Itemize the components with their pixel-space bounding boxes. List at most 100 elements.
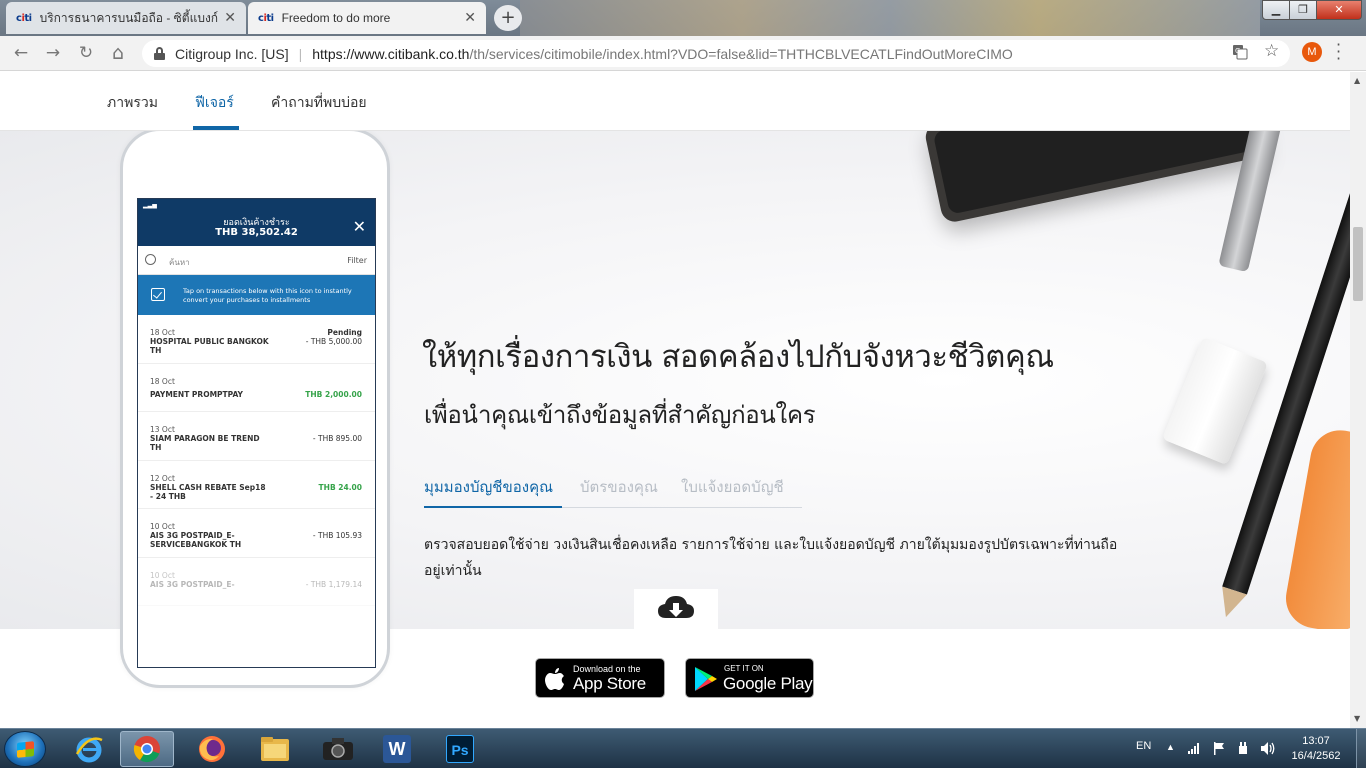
txn-date: 13 Oct <box>150 425 175 434</box>
word-taskbar-button[interactable]: W <box>370 731 424 767</box>
outstanding-balance-amount: THB 38,502.42 <box>215 227 298 238</box>
txn-date: 10 Oct <box>150 522 175 531</box>
back-icon[interactable]: ← <box>10 43 32 65</box>
browser-menu-icon[interactable]: · · · <box>1336 37 1341 67</box>
google-play-big-text: Google Play <box>723 674 813 693</box>
feature-tab-your-cards[interactable]: บัตรของคุณ <box>580 475 658 499</box>
hero-section: ▂▃▅ ยอดเงินค้างชำระ THB 38,502.42 ✕ ค้นห… <box>0 72 1350 688</box>
phone-screen: ▂▃▅ ยอดเงินค้างชำระ THB 38,502.42 ✕ ค้นห… <box>137 198 376 668</box>
feature-tab-divider <box>562 507 802 508</box>
browser-tab-strip: citi บริการธนาคารบนมือถือ - ซิตี้แบงก์ ป… <box>0 0 1366 36</box>
explorer-taskbar-button[interactable] <box>248 731 302 767</box>
transaction-row: 13 Oct SIAM PARAGON BE TREND TH - THB 89… <box>138 412 375 461</box>
citi-favicon-icon: citi <box>258 12 274 24</box>
clock-time: 13:07 <box>1302 735 1330 747</box>
forward-icon[interactable]: → <box>42 43 64 65</box>
google-play-badge[interactable]: GET IT ON Google Play <box>685 658 814 698</box>
txn-name: AIS 3G POSTPAID_E- <box>150 579 235 589</box>
clock-date: 16/4/2562 <box>1291 750 1341 762</box>
txn-name: SHELL CASH REBATE Sep18 - 24 THB <box>150 482 266 501</box>
lock-icon[interactable] <box>154 47 165 60</box>
maximize-window-button[interactable]: ❐ <box>1289 0 1317 20</box>
chrome-icon <box>133 736 160 763</box>
photoshop-icon: Ps <box>446 735 474 763</box>
subnav-faq[interactable]: คำถามที่พบบ่อย <box>271 92 367 114</box>
close-icon: ✕ <box>352 217 366 236</box>
home-icon[interactable]: ⌂ <box>107 43 129 65</box>
scrollbar-thumb[interactable] <box>1353 227 1363 301</box>
bookmark-star-icon[interactable]: ☆ <box>1264 41 1279 61</box>
translate-icon[interactable]: G <box>1232 44 1248 60</box>
address-bar[interactable]: Citigroup Inc. [US] | https://www.citiba… <box>142 40 1290 67</box>
installment-info-text: Tap on transactions below with this icon… <box>183 287 352 304</box>
minimize-window-button[interactable]: ▁ <box>1262 0 1290 20</box>
svg-text:G: G <box>1235 47 1240 55</box>
feature-tab-statements[interactable]: ใบแจ้งยอดบัญชี <box>681 475 784 499</box>
profile-avatar[interactable]: M <box>1302 42 1322 62</box>
app-store-big-text: App Store <box>573 674 646 693</box>
download-toggle[interactable] <box>634 589 718 629</box>
installment-info-banner: Tap on transactions below with this icon… <box>138 275 375 315</box>
browser-toolbar: ← → ↻ ⌂ Citigroup Inc. [US] | https://ww… <box>0 36 1366 71</box>
photoshop-taskbar-button[interactable]: Ps <box>433 731 487 767</box>
language-indicator[interactable]: EN <box>1136 740 1151 752</box>
txn-date: 18 Oct <box>150 376 175 386</box>
reload-icon[interactable]: ↻ <box>75 43 97 65</box>
network-signal-icon[interactable] <box>1187 741 1201 755</box>
action-center-flag-icon[interactable] <box>1212 741 1226 756</box>
desktop-wallpaper-strip <box>520 0 1260 36</box>
highlighter-decor <box>1281 425 1350 637</box>
phone-mockup: ▂▃▅ ยอดเงินค้างชำระ THB 38,502.42 ✕ ค้นห… <box>120 128 390 688</box>
app-store-badge[interactable]: Download on the App Store <box>535 658 665 698</box>
page-viewport: ภาพรวม ฟีเจอร์ คำถามที่พบบ่อย ▂▃▅ ยอดเงิ… <box>0 72 1350 728</box>
google-play-small-text: GET IT ON <box>724 664 764 673</box>
txn-name: SIAM PARAGON BE TREND TH <box>150 434 260 452</box>
txn-date: 18 Oct <box>150 328 175 337</box>
omnibox-separator: | <box>298 45 303 62</box>
close-tab-icon[interactable]: ✕ <box>224 10 236 26</box>
hero-subheadline: เพื่อนำคุณเข้าถึงข้อมูลที่สำคัญก่อนใคร <box>424 401 816 429</box>
url-path: /th/services/citimobile/index.html?VDO=f… <box>469 45 1013 62</box>
signal-icon: ▂▃▅ <box>143 202 157 209</box>
close-tab-icon[interactable]: ✕ <box>464 10 476 26</box>
volume-icon[interactable] <box>1260 741 1276 756</box>
txn-amount: THB 2,000.00 <box>305 389 362 399</box>
camera-icon <box>323 738 353 760</box>
scroll-down-icon[interactable]: ▼ <box>1354 714 1360 723</box>
subnav-features[interactable]: ฟีเจอร์ <box>195 92 234 114</box>
txn-name: AIS 3G POSTPAID_E-SERVICEBANGKOK TH <box>150 531 242 549</box>
cloud-download-icon <box>658 596 694 618</box>
page-scrollbar[interactable]: ▲ ▼ <box>1350 72 1366 728</box>
txn-date: 10 Oct <box>150 570 175 580</box>
power-plug-icon[interactable] <box>1236 741 1250 756</box>
hero-headline: ให้ทุกเรื่องการเงิน สอดคล้องไปกับจังหวะช… <box>422 339 1054 375</box>
show-desktop-button[interactable] <box>1356 729 1366 768</box>
close-window-button[interactable]: ✕ <box>1316 0 1362 20</box>
show-hidden-icons-icon[interactable]: ▲ <box>1166 742 1175 752</box>
chrome-taskbar-button[interactable] <box>120 731 174 767</box>
system-clock[interactable]: 13:07 16/4/2562 <box>1285 734 1347 764</box>
browser-tab-freedom[interactable]: citi Freedom to do more ✕ <box>248 2 486 34</box>
transaction-row: 10 Oct AIS 3G POSTPAID_E- - THB 1,179.14 <box>138 558 375 606</box>
txn-amount: - THB 1,179.14 <box>305 579 362 589</box>
google-play-icon <box>695 667 717 691</box>
app-filter-label: Filter <box>347 256 367 265</box>
ie-taskbar-button[interactable] <box>62 731 116 767</box>
windows-taskbar: W Ps EN ▲ 13:07 16/4/2562 <box>0 728 1366 768</box>
feature-description: ตรวจสอบยอดใช้จ่าย วงเงินสินเชื่อคงเหลือ … <box>424 537 1118 579</box>
transaction-row: 12 Oct SHELL CASH REBATE Sep18 - 24 THB … <box>138 461 375 509</box>
feature-tab-account-view[interactable]: มุมมองบัญชีของคุณ <box>424 475 553 499</box>
url-host: https://www.citibank.co.th <box>312 45 470 62</box>
txn-date: 12 Oct <box>150 473 175 483</box>
transaction-row: 18 Oct PAYMENT PROMPTPAY THB 2,000.00 <box>138 364 375 412</box>
scroll-up-icon[interactable]: ▲ <box>1354 76 1360 85</box>
search-icon <box>145 254 156 265</box>
firefox-taskbar-button[interactable] <box>185 731 239 767</box>
camera-app-taskbar-button[interactable] <box>311 731 365 767</box>
browser-tab-thai-mobile-banking[interactable]: citi บริการธนาคารบนมือถือ - ซิตี้แบงก์ ป… <box>6 2 246 34</box>
new-tab-button[interactable]: + <box>494 5 522 31</box>
txn-status: Pending <box>327 328 362 337</box>
subnav-overview[interactable]: ภาพรวม <box>107 92 158 114</box>
start-button[interactable] <box>4 731 46 767</box>
tab-title: Freedom to do more <box>281 11 391 25</box>
